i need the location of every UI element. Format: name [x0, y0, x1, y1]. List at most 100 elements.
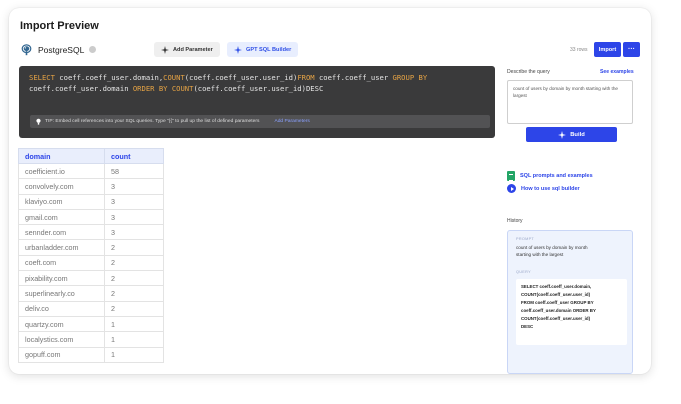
history-prompt: count of users by domain by month starti…: [516, 245, 588, 257]
add-parameter-label: Add Parameter: [173, 46, 213, 53]
domain-cell[interactable]: quartzy.com: [18, 315, 105, 333]
more-options-button[interactable]: ···: [623, 42, 640, 57]
domain-cell[interactable]: superlinearly.co: [18, 285, 105, 302]
domain-cell[interactable]: convolvely.com: [18, 178, 105, 195]
info-icon[interactable]: [89, 46, 97, 53]
history-query-line: DESC: [521, 324, 534, 329]
prompt-label: PROMPT: [516, 237, 535, 241]
table-row[interactable]: pixability.com 2: [18, 270, 164, 287]
sql-keyword: ORDER BY: [132, 84, 172, 93]
sql-token: (coeff.coeff_user.user_id)DESC: [193, 84, 324, 93]
table-row[interactable]: quartzy.com 1: [18, 315, 164, 333]
domain-cell[interactable]: sennder.com: [18, 224, 105, 241]
describe-query-input[interactable]: count of users by domain by month starti…: [507, 80, 633, 124]
count-cell[interactable]: 2: [104, 239, 164, 256]
sql-query-text[interactable]: SELECT coeff.coeff_user.domain,COUNT(coe…: [29, 72, 489, 94]
table-row[interactable]: sennder.com 3: [18, 224, 164, 241]
count-cell[interactable]: 2: [104, 254, 164, 272]
count-cell[interactable]: 1: [104, 315, 164, 333]
connection-selector[interactable]: PostgreSQL: [20, 43, 97, 56]
domain-cell[interactable]: urbanladder.com: [18, 239, 105, 256]
history-query-line: SELECT coeff.coeff_user.domain,: [521, 284, 592, 289]
how-to-link[interactable]: How to use sql builder: [507, 184, 580, 193]
sql-keyword: SELECT: [29, 73, 60, 82]
table-row[interactable]: urbanladder.com 2: [18, 239, 164, 256]
count-cell[interactable]: 2: [104, 300, 164, 317]
query-label: QUERY: [516, 270, 531, 274]
count-cell[interactable]: 1: [104, 346, 164, 363]
table-row[interactable]: gopuff.com 1: [18, 346, 164, 363]
sql-line: coeff.coeff_user.domain ORDER BY COUNT(c…: [29, 83, 489, 94]
table-row[interactable]: deliv.co 2: [18, 300, 164, 317]
history-label: History: [507, 218, 523, 224]
sql-prompts-label: SQL prompts and examples: [520, 173, 593, 179]
count-cell[interactable]: 3: [104, 224, 164, 241]
sql-keyword: FROM: [297, 73, 319, 82]
history-item[interactable]: PROMPT count of users by domain by month…: [507, 230, 633, 374]
table-row[interactable]: klaviyo.com 3: [18, 193, 164, 210]
table-header-row: domain count: [18, 148, 164, 164]
how-to-label: How to use sql builder: [521, 185, 580, 192]
count-cell[interactable]: 1: [104, 331, 164, 348]
history-query-line: coeff.coeff_user.domain ORDER BY: [521, 308, 596, 313]
rows-count: 33 rows: [570, 47, 588, 53]
column-header-domain[interactable]: domain: [18, 148, 105, 164]
sql-keyword: COUNT: [163, 73, 185, 82]
count-cell[interactable]: 3: [104, 178, 164, 195]
sparkle-icon: [558, 130, 567, 139]
gpt-sql-builder-label: GPT SQL Builder: [246, 46, 292, 53]
table-row[interactable]: coefficient.io 58: [18, 162, 164, 180]
sql-token: coeff.coeff_user.domain: [29, 84, 133, 93]
sql-keyword: COUNT: [171, 84, 194, 93]
history-query[interactable]: SELECT coeff.coeff_user.domain, COUNT(coe…: [516, 279, 627, 345]
sql-line: SELECT coeff.coeff_user.domain,COUNT(coe…: [29, 72, 489, 83]
column-header-count[interactable]: count: [104, 148, 164, 164]
sparkle-icon: [161, 45, 169, 54]
count-cell[interactable]: 58: [104, 162, 164, 180]
history-query-line: COUNT(coeff.coeff_user.user_id): [521, 292, 591, 297]
sql-keyword: GROUP BY: [392, 73, 428, 82]
history-query-line: FROM coeff.coeff_user GROUP BY: [521, 300, 594, 305]
count-cell[interactable]: 3: [104, 208, 164, 226]
google-sheets-icon: [507, 171, 515, 181]
count-cell[interactable]: 3: [104, 193, 164, 210]
count-cell[interactable]: 2: [104, 285, 164, 302]
domain-cell[interactable]: gopuff.com: [18, 346, 105, 363]
history-query-line: COUNT(coeff.coeff_user.user_id): [521, 316, 591, 321]
domain-cell[interactable]: coeft.com: [18, 254, 105, 272]
domain-cell[interactable]: gmail.com: [18, 208, 105, 226]
postgresql-elephant-icon: [21, 44, 32, 56]
domain-cell[interactable]: localystics.com: [18, 331, 105, 348]
domain-cell[interactable]: klaviyo.com: [18, 193, 105, 210]
build-button[interactable]: Build: [526, 127, 617, 142]
sql-token: (coeff.coeff_user.user_id): [184, 73, 298, 82]
see-examples-link[interactable]: See examples: [600, 69, 634, 75]
play-icon: [507, 184, 516, 193]
table-row[interactable]: convolvely.com 3: [18, 178, 164, 195]
table-row[interactable]: localystics.com 1: [18, 331, 164, 348]
sql-token: coeff.coeff_user.domain,: [59, 73, 164, 82]
domain-cell[interactable]: pixability.com: [18, 270, 105, 287]
results-table: domain count coefficient.io 58 convolvely.…: [18, 148, 164, 363]
table-row[interactable]: coeft.com 2: [18, 254, 164, 272]
tip-text: TIP: Embed cell references into your SQL…: [45, 119, 260, 124]
gpt-sql-builder-button[interactable]: GPT SQL Builder: [227, 42, 299, 57]
page-title: Import Preview: [20, 20, 99, 32]
domain-cell[interactable]: coefficient.io: [18, 162, 105, 180]
count-cell[interactable]: 2: [104, 270, 164, 287]
build-label: Build: [570, 131, 585, 138]
sql-editor[interactable]: SELECT coeff.coeff_user.domain,COUNT(coe…: [19, 66, 495, 138]
sql-token: coeff.coeff_user: [318, 73, 393, 82]
domain-cell[interactable]: deliv.co: [18, 300, 105, 317]
import-button[interactable]: Import: [594, 42, 621, 57]
sql-prompts-link[interactable]: SQL prompts and examples: [507, 171, 593, 181]
import-preview-dialog: Import Preview PostgreSQL Add Parameter …: [9, 8, 651, 374]
tip-bar: TIP: Embed cell references into your SQL…: [30, 115, 490, 128]
describe-query-label: Describe the query: [507, 69, 550, 75]
connection-name: PostgreSQL: [38, 44, 85, 55]
add-parameter-button[interactable]: Add Parameter: [154, 42, 220, 57]
table-row[interactable]: gmail.com 3: [18, 208, 164, 226]
add-parameters-link[interactable]: Add Parameters: [274, 119, 309, 124]
sparkle-icon: [234, 45, 242, 54]
table-row[interactable]: superlinearly.co 2: [18, 285, 164, 302]
